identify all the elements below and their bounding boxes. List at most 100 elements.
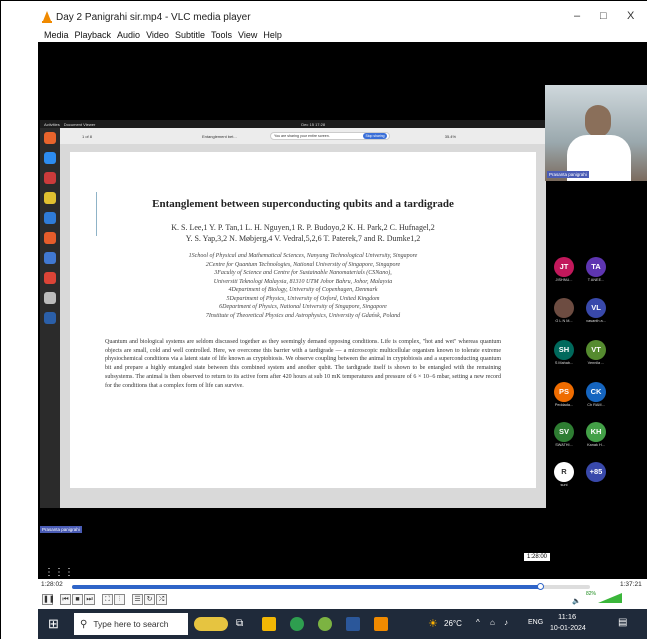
next-button[interactable]: ⏭ xyxy=(84,594,95,605)
participant-name: Peddada... xyxy=(554,403,574,407)
maximize-button[interactable]: □ xyxy=(600,10,607,22)
paper-abstract: Quantum and biological systems are seldo… xyxy=(105,339,501,389)
participant-avatar[interactable]: JT xyxy=(554,257,574,277)
menu-video[interactable]: Video xyxy=(146,30,169,40)
chrome-icon xyxy=(44,272,56,284)
playlist-button[interactable]: ☰ xyxy=(132,594,143,605)
volume-slider[interactable] xyxy=(598,593,622,603)
vlc-taskbar-icon[interactable] xyxy=(374,617,388,631)
seek-handle[interactable] xyxy=(537,583,545,590)
weather-icon: ☀ xyxy=(428,618,438,630)
vlc-window: Day 2 Panigrahi sir.mp4 - VLC media play… xyxy=(38,6,647,639)
presenter-head xyxy=(585,105,611,137)
paper-title: Entanglement between superconducting qub… xyxy=(152,198,454,210)
windows-taskbar: ⊞ ⚲ Type here to search ⧉ ☀ 26°C ^ ⌂ ♪ E… xyxy=(38,609,647,639)
zoom-level: 35.4% xyxy=(444,133,457,139)
chrome-taskbar-icon[interactable] xyxy=(290,617,304,631)
app-taskbar-icon[interactable] xyxy=(318,617,332,631)
participant-avatar[interactable] xyxy=(554,298,574,318)
participant-avatar[interactable]: PS xyxy=(554,382,574,402)
word-icon[interactable] xyxy=(346,617,360,631)
participant-avatar[interactable]: SV xyxy=(554,422,574,442)
participant-avatar[interactable]: +85 xyxy=(586,462,606,482)
menu-help[interactable]: Help xyxy=(263,30,282,40)
windows-start-icon[interactable]: ⊞ xyxy=(48,616,59,632)
participant-avatar[interactable]: SH xyxy=(554,340,574,360)
seek-bar[interactable] xyxy=(72,583,590,590)
loop-button[interactable]: ↻ xyxy=(144,594,155,605)
files-icon xyxy=(44,172,56,184)
speaker-icon[interactable]: 🔈 xyxy=(572,597,581,605)
stop-button[interactable]: ■ xyxy=(72,594,83,605)
file-explorer-icon[interactable] xyxy=(262,617,276,631)
presenter-name-bottom: Prasanta panigrahi xyxy=(40,526,82,533)
taskbar-date[interactable]: 10-01-2024 xyxy=(550,625,586,632)
window-title: Day 2 Panigrahi sir.mp4 - VLC media play… xyxy=(56,11,251,23)
participant-avatar[interactable]: KH xyxy=(586,422,606,442)
app-dock xyxy=(40,128,60,508)
participant-name: Ch RAM... xyxy=(587,403,605,407)
extended-settings-button[interactable]: ⫶ xyxy=(114,594,125,605)
app-grid-icon: ⋮⋮⋮ xyxy=(44,567,74,578)
search-icon: ⚲ xyxy=(80,618,88,630)
gnome-top-bar: Activities Document Viewer Dec 15 17:28 xyxy=(40,120,546,128)
inner-clock: Dec 15 17:28 xyxy=(301,121,326,127)
firefox-icon xyxy=(44,132,56,144)
participant-name: suni xyxy=(560,483,568,487)
tray-chevron-icon[interactable]: ^ xyxy=(476,618,480,627)
elapsed-time: 1:28:02 xyxy=(41,581,63,588)
news-widget-icon[interactable] xyxy=(194,617,228,631)
presenter-name: Prasanta panigrahi xyxy=(547,171,589,178)
participant-name: T ANEE... xyxy=(587,278,605,282)
network-icon[interactable]: ⌂ xyxy=(490,618,495,627)
participant-avatar[interactable]: CK xyxy=(586,382,606,402)
participant-avatar[interactable]: VT xyxy=(586,340,606,360)
help-icon xyxy=(44,252,56,264)
viewer-app-label: Document Viewer xyxy=(63,121,96,127)
title-bar: Day 2 Panigrahi sir.mp4 - VLC media play… xyxy=(38,6,647,28)
task-view-icon[interactable]: ⧉ xyxy=(236,618,243,629)
notification-icon[interactable]: ▤ xyxy=(618,617,627,628)
weather-temp: 26°C xyxy=(444,619,462,628)
recorded-desktop: Activities Document Viewer Dec 15 17:28 … xyxy=(40,120,546,578)
speaker-tray-icon[interactable]: ♪ xyxy=(504,618,508,627)
minimize-button[interactable]: – xyxy=(574,10,580,22)
language-indicator[interactable]: ENG xyxy=(528,619,543,626)
viewer-icon xyxy=(44,292,56,304)
close-button[interactable]: X xyxy=(627,10,634,22)
participant-avatar[interactable]: VL xyxy=(586,298,606,318)
menu-media[interactable]: Media xyxy=(44,30,69,40)
menu-tools[interactable]: Tools xyxy=(211,30,232,40)
menu-view[interactable]: View xyxy=(238,30,257,40)
paper-authors: K. S. Lee,1 Y. P. Tan,1 L. H. Nguyen,1 R… xyxy=(171,223,435,243)
search-placeholder: Type here to search xyxy=(93,619,169,629)
pause-button[interactable]: ❚❚ xyxy=(42,594,55,605)
participant-name: G L N M... xyxy=(555,319,573,323)
vlc-cone-icon xyxy=(42,11,52,23)
software-icon xyxy=(44,232,56,244)
fullscreen-button[interactable]: ⛶ xyxy=(102,594,113,605)
video-area[interactable]: Activities Document Viewer Dec 15 17:28 … xyxy=(38,42,647,579)
pdf-page: Entanglement between superconducting qub… xyxy=(70,152,536,488)
previous-button[interactable]: ⏮ xyxy=(60,594,71,605)
menu-subtitle[interactable]: Subtitle xyxy=(175,30,205,40)
menu-playback[interactable]: Playback xyxy=(75,30,112,40)
participant-name: SWATHI... xyxy=(555,443,573,447)
participant-name: JISHNU... xyxy=(555,278,573,282)
paper-affiliations: 1School of Physical and Mathematical Sci… xyxy=(188,253,418,319)
participant-avatar[interactable]: TA xyxy=(586,257,606,277)
seek-tooltip: 1:28:00 xyxy=(524,553,551,561)
total-time: 1:37:21 xyxy=(620,581,642,588)
taskbar-search[interactable]: ⚲ Type here to search xyxy=(74,613,188,635)
taskbar-time[interactable]: 11:16 xyxy=(558,612,576,621)
participant-name: S Mahab... xyxy=(554,361,574,365)
menu-audio[interactable]: Audio xyxy=(117,30,140,40)
document-viewer-toolbar: 1 of 8 Entanglement bet... 35.4% You are… xyxy=(60,128,546,144)
shuffle-button[interactable]: ⤮ xyxy=(156,594,167,605)
participant-name: vasanth a... xyxy=(586,319,606,323)
seek-progress xyxy=(72,585,541,589)
writer-icon xyxy=(44,212,56,224)
playback-controls: 1:28:02 1:37:21 ❚❚ ⏮ ■ ⏭ ⛶ ⫶ ☰ ↻ ⤮ 82% 🔈 xyxy=(38,579,647,609)
activities-label: Activities xyxy=(44,121,60,127)
participant-avatar[interactable]: R xyxy=(554,462,574,482)
